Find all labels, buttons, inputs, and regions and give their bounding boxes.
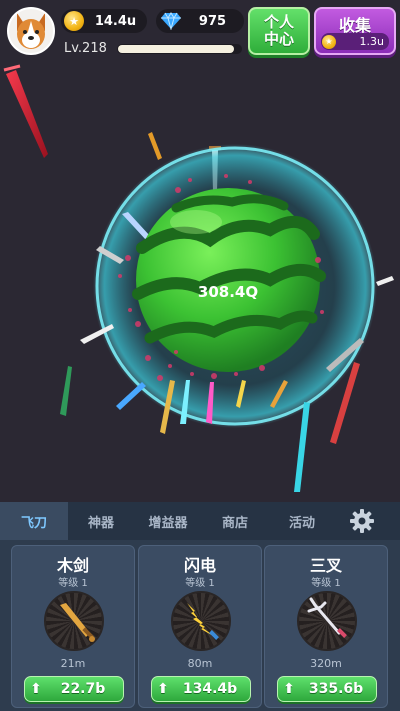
tab-events[interactable]: 活动	[268, 502, 336, 540]
personal-center-button[interactable]: 个人中心	[248, 7, 310, 55]
weapon-preview	[171, 591, 231, 651]
trident-icon	[307, 597, 347, 638]
coin-icon: ★	[64, 11, 84, 31]
coin-amount: 14.4u	[94, 13, 137, 29]
dog-avatar-icon	[17, 13, 45, 49]
tab-bar: 飞刀 神器 增益器 商店 活动	[0, 502, 400, 540]
weapon-name: 三叉	[309, 556, 342, 575]
target-hp-text: 308.4Q	[198, 283, 258, 301]
tab-shop[interactable]: 商店	[202, 502, 268, 540]
up-arrow-icon: ⬆	[157, 681, 169, 697]
gem-icon	[161, 12, 181, 30]
weapon-card-trident[interactable]: 三叉 等级 1 320m ⬆ 335.6b	[264, 545, 388, 708]
tab-boosters[interactable]: 增益器	[134, 502, 202, 540]
coin-icon: ★	[322, 34, 336, 49]
weapon-card-wooden-sword[interactable]: 木剑 等级 1 21m ⬆ 22.7b	[11, 545, 135, 708]
weapon-distance: 21m	[60, 657, 86, 670]
game-area[interactable]: 308.4Q	[0, 62, 400, 502]
weapon-distance: 80m	[187, 657, 213, 670]
upgrade-button[interactable]: ⬆ 335.6b	[277, 676, 377, 702]
settings-button[interactable]	[336, 502, 388, 540]
upgrade-button[interactable]: ⬆ 22.7b	[24, 676, 124, 702]
settings-gear-icon	[350, 509, 374, 533]
weapon-preview	[297, 591, 357, 651]
battlefield[interactable]: 308.4Q	[0, 62, 400, 502]
tab-knives[interactable]: 飞刀	[0, 502, 68, 540]
collect-button[interactable]: 收集 ★ 1.3u	[314, 7, 396, 55]
player-avatar[interactable]	[7, 7, 55, 55]
top-bar: ★ 14.4u 975 Lv.218 个人中心 收集 ★ 1.3u	[0, 0, 400, 62]
weapon-distance: 320m	[310, 657, 342, 670]
weapon-name: 木剑	[56, 556, 89, 575]
gem-counter: 975	[156, 9, 244, 33]
flying-knife	[3, 64, 48, 158]
lightning-blade-icon	[187, 603, 219, 640]
coin-counter: ★ 14.4u	[61, 9, 147, 33]
wooden-sword-icon	[60, 603, 95, 642]
level-progress-bar	[117, 44, 242, 54]
up-arrow-icon: ⬆	[283, 681, 295, 697]
bottom-panel: 飞刀 神器 增益器 商店 活动 木剑 等级 1 21m ⬆ 22.7b 闪电 等…	[0, 502, 400, 711]
tab-artifacts[interactable]: 神器	[68, 502, 134, 540]
up-arrow-icon: ⬆	[30, 681, 42, 697]
weapon-card-lightning[interactable]: 闪电 等级 1 80m ⬆ 134.4b	[138, 545, 262, 708]
flying-knife	[148, 132, 162, 160]
player-level: Lv.218	[64, 41, 107, 56]
level-progress-fill	[118, 45, 234, 53]
weapon-level: 等级 1	[58, 578, 88, 589]
weapon-level: 等级 1	[185, 578, 215, 589]
gem-amount: 975	[198, 13, 227, 29]
weapon-level: 等级 1	[311, 578, 341, 589]
watermelon-target[interactable]	[132, 188, 326, 372]
weapon-preview	[44, 591, 104, 651]
weapon-name: 闪电	[183, 556, 216, 575]
collect-amount: ★ 1.3u	[321, 33, 389, 50]
upgrade-button[interactable]: ⬆ 134.4b	[151, 676, 251, 702]
